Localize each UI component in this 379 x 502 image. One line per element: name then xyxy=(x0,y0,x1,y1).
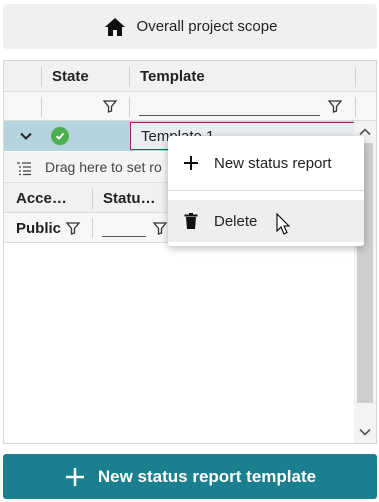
filter-icon[interactable] xyxy=(327,98,343,114)
scroll-down-icon[interactable] xyxy=(358,425,372,439)
menu-item-label: New status report xyxy=(214,154,332,172)
column-separator xyxy=(92,218,93,238)
template-filter-input[interactable] xyxy=(139,98,320,116)
column-separator[interactable] xyxy=(355,67,356,87)
plus-icon xyxy=(184,156,198,170)
filter-icon[interactable] xyxy=(152,220,168,236)
plus-icon xyxy=(65,467,84,486)
primary-button-label: New status report template xyxy=(97,466,317,486)
trash-icon xyxy=(184,213,198,229)
filter-icon[interactable] xyxy=(65,220,81,236)
column-header-access[interactable]: Acce… xyxy=(16,190,67,207)
status-filter-input[interactable] xyxy=(102,219,146,237)
menu-item-label: Delete xyxy=(214,212,258,230)
grid-filter-row xyxy=(4,92,376,121)
scope-button-label: Overall project scope xyxy=(136,18,278,35)
menu-item-new-status-report[interactable]: New status report xyxy=(168,142,364,184)
column-separator xyxy=(355,97,356,117)
column-header-status[interactable]: Statu… xyxy=(103,190,156,207)
column-separator xyxy=(41,97,42,117)
templates-grid: State Template Template 1 Drag here to s… xyxy=(3,60,377,444)
filter-icon[interactable] xyxy=(102,98,118,114)
status-success-icon xyxy=(51,127,69,145)
column-separator[interactable] xyxy=(92,189,93,209)
column-header-template[interactable]: Template xyxy=(140,68,205,85)
group-by-hint: Drag here to set ro xyxy=(45,159,162,175)
context-menu: New status report Delete xyxy=(168,136,364,246)
mouse-cursor-icon xyxy=(276,213,290,235)
grid-header-row: State Template xyxy=(4,61,376,92)
column-separator xyxy=(129,97,130,117)
column-separator[interactable] xyxy=(129,67,130,87)
menu-divider xyxy=(168,190,364,191)
access-filter-value[interactable]: Public xyxy=(16,220,61,237)
home-icon xyxy=(104,17,125,36)
menu-item-delete[interactable]: Delete xyxy=(168,200,364,242)
overall-project-scope-button[interactable]: Overall project scope xyxy=(3,4,377,49)
chevron-down-icon[interactable] xyxy=(18,128,34,144)
column-separator[interactable] xyxy=(41,67,42,87)
group-list-icon xyxy=(17,162,31,176)
column-header-state[interactable]: State xyxy=(52,68,89,85)
new-status-report-template-button[interactable]: New status report template xyxy=(3,454,377,499)
